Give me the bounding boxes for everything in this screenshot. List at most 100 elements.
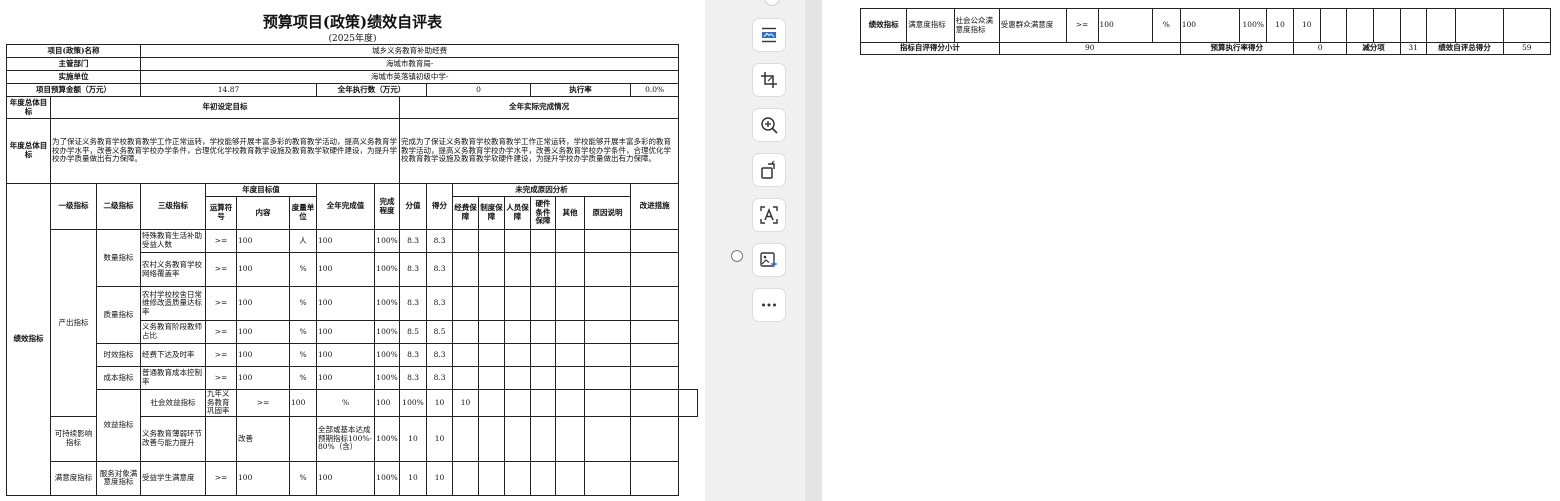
total-score-value: 59 xyxy=(1502,42,1552,55)
lvl1-header: 一级指标 xyxy=(50,183,97,230)
budget-label: 项目预算金额（万元） xyxy=(5,83,142,97)
indicator-name: 受益学生满意度 xyxy=(140,460,207,496)
score-cell: 8.3 xyxy=(426,343,454,367)
score-header: 得分 xyxy=(426,183,454,230)
degree-cell: 100% xyxy=(374,286,401,321)
group-cost: 成本指标 xyxy=(95,366,142,390)
table-row: 成本指标 普通教育成本控制率 >= 100 % 100 100% 8.3 8.3 xyxy=(7,366,698,390)
group-benefit: 效益指标 xyxy=(95,389,142,462)
crop-button[interactable] xyxy=(752,63,786,97)
op-cell: >= xyxy=(236,389,291,417)
goal-row-label: 年度总体目标 xyxy=(6,118,51,184)
table-row: 质量指标 农村学校校舍日常维修改造质量达标率 >= 100 % 100 100%… xyxy=(7,286,698,344)
content-cell: 100 xyxy=(236,286,291,321)
group-sustain: 可持续影响指标 xyxy=(50,415,97,462)
full-cell: 100 xyxy=(316,343,376,367)
degree-cell: 100% xyxy=(374,229,401,253)
exec-rate-label: 执行率 xyxy=(530,83,632,97)
content-cell: 改善 xyxy=(236,415,291,462)
page-subtitle: (2025年度) xyxy=(328,34,377,44)
degree-cell: 100% xyxy=(374,366,401,390)
content-cell: 100 xyxy=(236,320,291,344)
page-layout-button[interactable] xyxy=(752,18,786,52)
more-button[interactable] xyxy=(752,288,786,322)
zoom-in-button[interactable] xyxy=(752,108,786,142)
text-recognize-icon xyxy=(760,206,778,224)
degree-cell: 100% xyxy=(399,389,428,417)
content-cell: 100 xyxy=(236,460,291,496)
perf-label: 绩效指标 xyxy=(859,8,908,43)
budget-value: 14.87 xyxy=(140,83,318,97)
evaluation-table-continued: 绩效指标 满意度指标 社会公众满意度指标 受惠群众满意度 >= 100 % 10… xyxy=(859,8,1552,55)
improve-header: 改进措施 xyxy=(630,183,680,230)
reason-staff-header: 人员保障 xyxy=(504,196,532,230)
exec-score-value: 0 xyxy=(1292,42,1348,55)
zoom-in-icon xyxy=(761,117,778,134)
document-page-2: 绩效指标 满意度指标 社会公众满意度指标 受惠群众满意度 >= 100 % 10… xyxy=(822,0,1560,501)
target-group-header: 年度目标值 xyxy=(205,183,318,197)
score-cell: 8.3 xyxy=(426,252,454,287)
text-recognize-button[interactable] xyxy=(752,198,786,232)
value-cell: 8.3 xyxy=(399,252,428,287)
full-cell: 100 xyxy=(316,229,376,253)
op-cell: >= xyxy=(1065,8,1099,43)
table-row: 满意度指标 服务对象满意度指标 受益学生满意度 >= 100 % 100 100… xyxy=(7,460,698,496)
reason-fund-header: 经费保障 xyxy=(452,196,480,230)
indicator-name: 农村学校校舍日常维修改造质量达标率 xyxy=(140,286,207,321)
total-score-label: 绩效自评总得分 xyxy=(1425,42,1504,55)
full-cell: 100 xyxy=(374,389,401,417)
group-timeliness: 时效指标 xyxy=(95,343,142,367)
group-social: 社会效益指标 xyxy=(140,389,207,417)
image-ai-button[interactable] xyxy=(752,243,786,277)
value-cell: 10 xyxy=(399,415,428,462)
op-cell: >= xyxy=(205,460,238,496)
group-public-satisfaction: 社会公众满意度指标 xyxy=(953,8,1000,43)
indicator-name: 义务教育阶段教师占比 xyxy=(140,320,207,344)
exec-rate-value: 0.0% xyxy=(630,83,680,97)
group-satisfaction: 满意度指标 xyxy=(50,460,97,496)
reason-system-header: 制度保障 xyxy=(478,196,506,230)
reason-group-header: 未完成原因分析 xyxy=(452,183,632,197)
scroll-indicator[interactable] xyxy=(764,0,780,6)
page-gap xyxy=(805,0,822,501)
content-cell: 100 xyxy=(236,366,291,390)
reason-other-header: 其他 xyxy=(555,196,586,230)
initial-goal-header: 年初设定目标 xyxy=(49,96,401,119)
value-cell: 8.3 xyxy=(399,366,428,390)
content-cell: 100 xyxy=(236,229,291,253)
summary-row: 指标自评得分小计 90 预算执行率得分 0 减分项 31 绩效自评总得分 59 xyxy=(860,42,1552,55)
degree-cell: 100% xyxy=(374,252,401,287)
unit-label: 实施单位 xyxy=(5,70,142,84)
page-select-radio[interactable] xyxy=(731,250,743,262)
table-row: 产出指标 数量指标 特殊教育生活补助受益人数 >= 100 人 100 100%… xyxy=(7,229,698,417)
value-cell: 10 xyxy=(399,460,428,496)
indicator-name: 受惠群众满意度 xyxy=(998,8,1067,43)
op-cell: >= xyxy=(205,320,238,344)
score-cell: 10 xyxy=(426,460,454,496)
page-title: 预算项目(政策)绩效自评表 xyxy=(262,13,443,31)
score-cell: 10 xyxy=(1292,8,1321,43)
content-header: 内容 xyxy=(236,196,291,230)
rotate-button[interactable] xyxy=(752,153,786,187)
rotate-icon xyxy=(761,160,775,179)
op-cell: >= xyxy=(205,366,238,390)
op-cell: >= xyxy=(205,343,238,367)
exec-score-label: 预算执行率得分 xyxy=(1179,42,1294,55)
group-quantity: 数量指标 xyxy=(95,229,142,287)
project-name-label: 项目(政策)名称 xyxy=(5,44,142,58)
indicator-name: 义务教育薄弱环节改善与能力提升 xyxy=(140,415,207,462)
score-cell: 8.5 xyxy=(426,320,454,344)
lvl2-header: 二级指标 xyxy=(95,183,142,230)
value-cell: 10 xyxy=(426,389,454,417)
op-cell: >= xyxy=(205,252,238,287)
score-cell: 8.3 xyxy=(426,366,454,390)
lvl3-header: 三级指标 xyxy=(140,183,207,230)
actual-done-text: 完成为了保证义务教育学校教育教学工作正常运转，学校能够开展丰富多彩的教育教学活动… xyxy=(399,118,680,184)
self-score-label: 指标自评得分小计 xyxy=(860,42,1000,55)
unit-cell: % xyxy=(289,343,318,367)
minus-value: 31 xyxy=(1399,42,1427,55)
image-ai-icon xyxy=(760,252,778,268)
full-cell: 100 xyxy=(1179,8,1241,43)
indicator-name: 特殊教育生活补助受益人数 xyxy=(140,229,207,253)
self-score-value: 90 xyxy=(998,42,1181,55)
